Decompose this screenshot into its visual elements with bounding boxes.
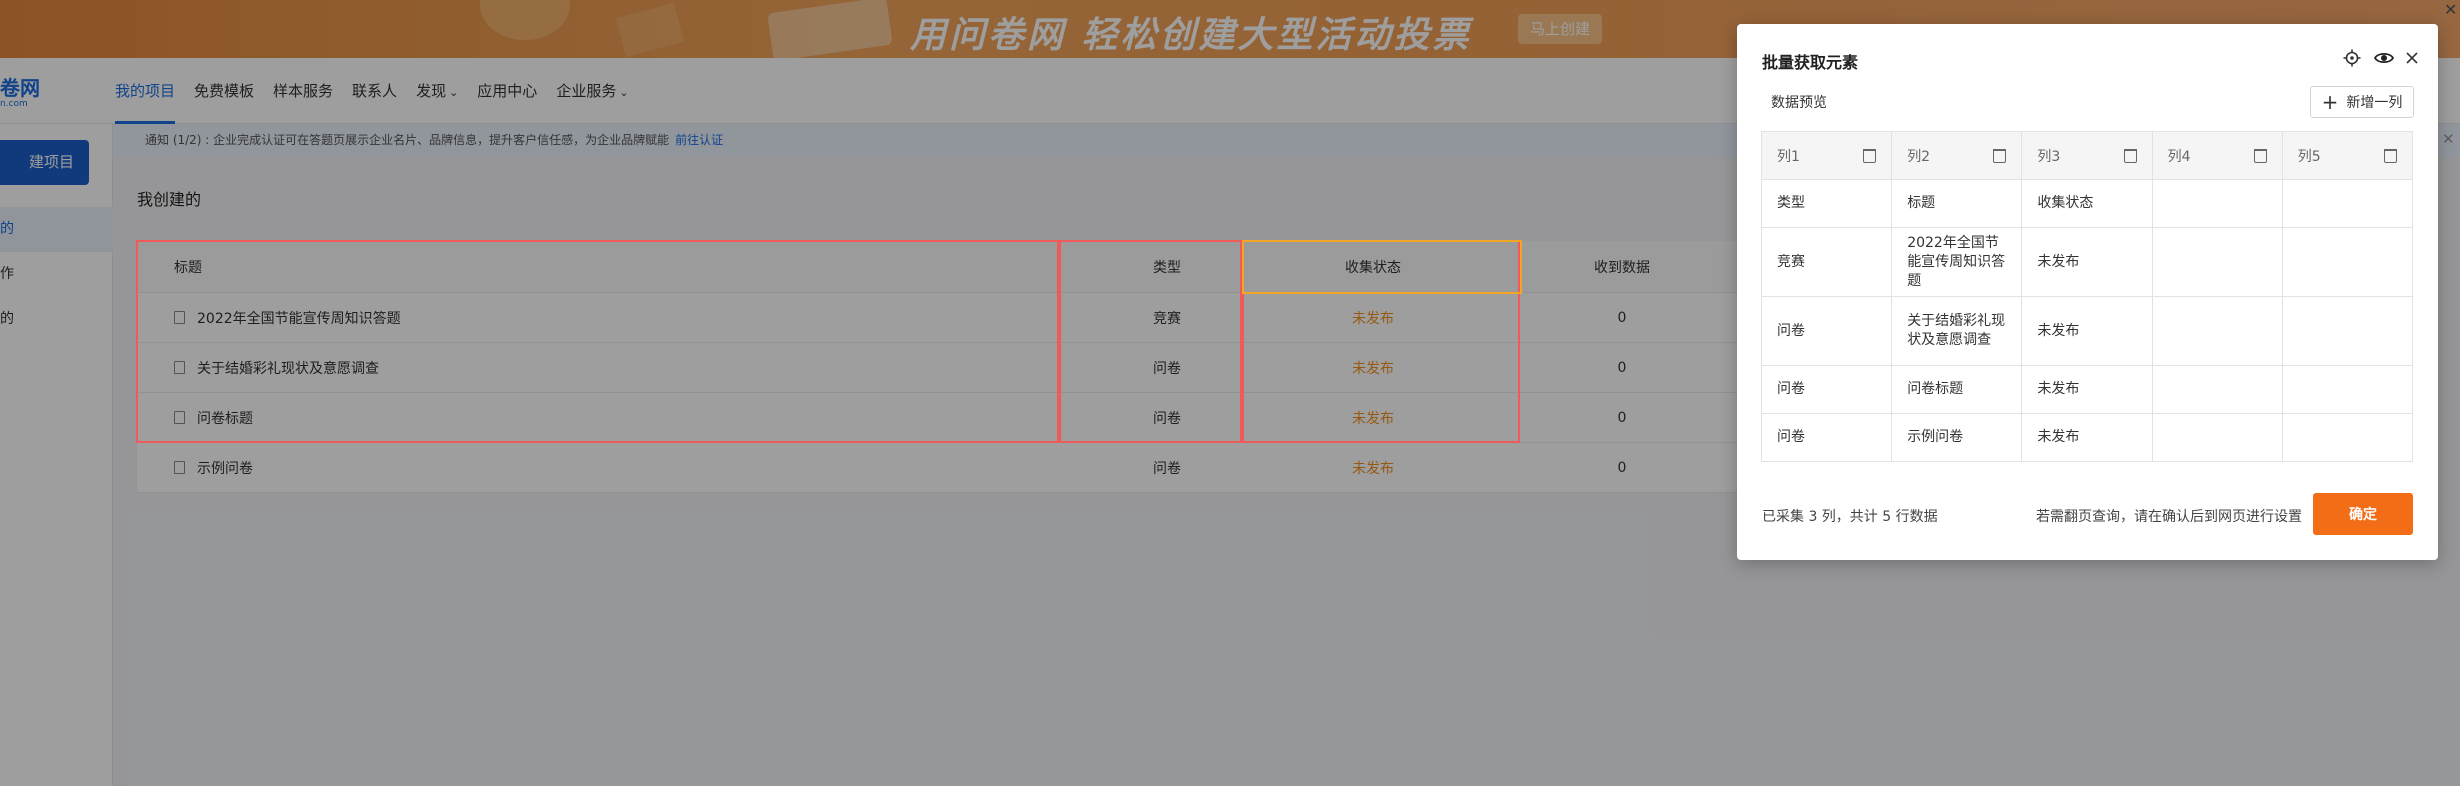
preview-cell: 未发布 [2021,296,2153,366]
preview-cell: 未发布 [2021,227,2153,297]
data-preview-label: 数据预览 [1771,95,1827,111]
preview-table: 列1 列2 列3 列4 列5 类型 标题 收集状态 竞赛 2022年全国节能宣传… [1760,131,2414,462]
preview-row: 竞赛 2022年全国节能宣传周知识答题 未发布 [1760,227,2414,297]
preview-row: 问卷 示例问卷 未发布 [1760,413,2414,462]
confirm-button[interactable]: 确定 [2313,493,2413,535]
preview-cell [2281,365,2414,414]
preview-cell: 问卷标题 [1891,365,2023,414]
preview-cell: 标题 [1891,179,2023,228]
column-label: 列4 [2167,148,2191,165]
preview-cell: 收集状态 [2021,179,2153,228]
column-label: 列2 [1907,148,1931,165]
preview-column-header: 列2 [1891,131,2023,180]
preview-column-header: 列3 [2021,131,2153,180]
preview-row: 类型 标题 收集状态 [1760,179,2414,228]
preview-cell [2281,227,2414,297]
batch-extract-panel: 批量获取元素 数据预览 + 新增一列 列1 列2 列3 列4 列5 类型 标题 收… [1737,24,2438,560]
preview-cell: 示例问卷 [1891,413,2023,462]
add-column-label: 新增一列 [2346,95,2403,111]
column-label: 列1 [1777,148,1800,165]
preview-cell [2151,413,2283,462]
preview-cell: 未发布 [2021,365,2153,414]
preview-column-header: 列4 [2151,131,2283,180]
preview-row: 问卷 关于结婚彩礼现状及意愿调查 未发布 [1760,296,2414,366]
target-icon[interactable] [2341,47,2363,69]
preview-cell: 2022年全国节能宣传周知识答题 [1891,227,2023,297]
preview-column-header: 列1 [1760,131,1893,180]
preview-cell: 关于结婚彩礼现状及意愿调查 [1891,296,2023,366]
preview-cell: 竞赛 [1760,227,1893,297]
preview-cell: 未发布 [2021,413,2153,462]
trash-icon[interactable] [1863,148,1877,163]
column-label: 列3 [2037,148,2061,165]
preview-cell: 问卷 [1760,365,1893,414]
eye-icon[interactable] [2373,47,2395,69]
preview-cell [2151,296,2283,366]
trash-icon[interactable] [2253,148,2267,163]
preview-cell [2151,227,2283,297]
column-label: 列5 [2297,148,2321,165]
preview-cell [2281,296,2414,366]
preview-cell: 问卷 [1760,296,1893,366]
add-column-button[interactable]: + 新增一列 [2310,86,2414,118]
collection-summary: 已采集 3 列，共计 5 行数据 [1762,509,1938,525]
preview-cell [2281,413,2414,462]
panel-title: 批量获取元素 [1762,53,1859,72]
preview-cell [2151,179,2283,228]
preview-header-row: 列1 列2 列3 列4 列5 [1760,131,2414,180]
preview-cell [2151,365,2283,414]
pagination-hint: 若需翻页查询，请在确认后到网页进行设置 [2036,509,2302,525]
close-icon[interactable] [2401,47,2423,69]
preview-cell [2281,179,2414,228]
preview-column-header: 列5 [2281,131,2414,180]
preview-cell: 问卷 [1760,413,1893,462]
plus-icon: + [2321,90,2339,114]
preview-cell: 类型 [1760,179,1893,228]
trash-icon[interactable] [2384,148,2397,163]
preview-row: 问卷 问卷标题 未发布 [1760,365,2414,414]
trash-icon[interactable] [1993,148,2007,163]
trash-icon[interactable] [2123,148,2137,163]
